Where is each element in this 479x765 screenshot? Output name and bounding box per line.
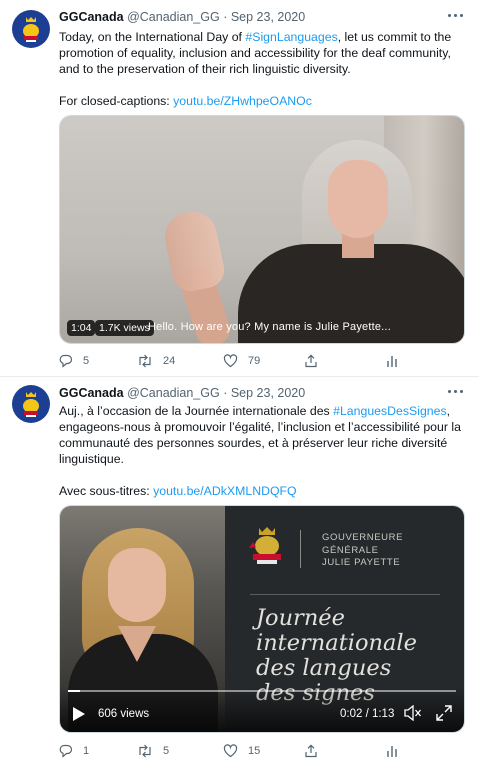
title-line-3: des langues <box>256 655 392 681</box>
retweet-button[interactable]: 24 <box>137 352 175 370</box>
title-line-2: internationale <box>256 630 417 656</box>
progress-fill <box>68 690 80 692</box>
retweet-button[interactable]: 5 <box>137 742 169 760</box>
progress-bar[interactable] <box>68 690 456 692</box>
tweet-body: Auj., à l’occasion de la Journée interna… <box>59 404 334 418</box>
reply-count: 1 <box>83 745 90 757</box>
link-label: For closed-captions: <box>59 94 174 108</box>
org-line-2: GÉNÉRALE <box>322 544 379 556</box>
retweet-count: 24 <box>163 355 176 367</box>
analytics-button[interactable] <box>385 352 399 370</box>
avatar[interactable] <box>12 10 50 48</box>
share-icon <box>305 744 317 758</box>
avatar[interactable] <box>12 385 50 423</box>
reply-button[interactable]: 5 <box>59 352 89 370</box>
video-link[interactable]: youtu.be/ADkXMLNDQFQ <box>153 484 297 498</box>
video-caption: Hello. How are you? My name is Julie Pay… <box>148 321 391 333</box>
tweet-body: Today, on the International Day of <box>59 30 246 44</box>
share-button[interactable] <box>304 742 318 760</box>
reply-button[interactable]: 1 <box>59 742 89 760</box>
retweet-count: 5 <box>163 745 170 757</box>
reply-icon <box>59 744 73 758</box>
coat-of-arms-icon <box>23 392 39 417</box>
tweet-header: GGCanada @Canadian_GG · Sep 23, 2020 <box>59 386 469 404</box>
author-handle[interactable]: @Canadian_GG <box>127 10 220 24</box>
share-icon <box>305 354 317 368</box>
retweet-icon <box>139 744 151 758</box>
coat-of-arms-icon <box>249 527 281 564</box>
more-options-icon[interactable] <box>447 8 465 22</box>
tweet-date[interactable]: Sep 23, 2020 <box>231 10 305 24</box>
video-link[interactable]: youtu.be/ZHwhpeOANOc <box>173 94 312 108</box>
view-count: 606 views <box>98 708 150 720</box>
tweet-text: Auj., à l’occasion de la Journée interna… <box>59 403 465 499</box>
video-duration: 1:04 <box>67 320 96 336</box>
reply-icon <box>59 354 73 368</box>
like-count: 15 <box>248 745 261 757</box>
analytics-icon <box>387 746 397 757</box>
tweet-actions: 1 5 15 <box>59 742 409 760</box>
heart-icon <box>223 354 238 368</box>
org-line-1: GOUVERNEURE <box>322 532 404 543</box>
hashtag-link[interactable]: #SignLanguages <box>245 30 337 44</box>
reply-count: 5 <box>83 355 90 367</box>
tweet-1[interactable]: GGCanada @Canadian_GG · Sep 23, 2020 Tod… <box>0 0 479 377</box>
fullscreen-icon[interactable] <box>436 705 452 721</box>
hashtag-link[interactable]: #LanguesDesSignes <box>333 404 447 418</box>
separator-dot: · <box>223 10 228 24</box>
analytics-icon <box>387 356 397 367</box>
play-icon[interactable] <box>72 706 86 722</box>
mute-icon[interactable] <box>404 705 422 721</box>
video-player[interactable]: GOUVERNEURE GÉNÉRALE JULIE PAYETTE Journ… <box>59 505 465 733</box>
link-label: Avec sous-titres: <box>59 484 154 498</box>
author-name[interactable]: GGCanada <box>59 10 124 24</box>
share-button[interactable] <box>304 352 318 370</box>
author-name[interactable]: GGCanada <box>59 386 124 400</box>
tweet-date[interactable]: Sep 23, 2020 <box>231 386 305 400</box>
coat-of-arms-icon <box>23 17 39 42</box>
tweet-header: GGCanada @Canadian_GG · Sep 23, 2020 <box>59 10 469 28</box>
video-time: 0:02 / 1:13 <box>340 708 395 720</box>
more-options-icon[interactable] <box>447 384 465 398</box>
retweet-icon <box>139 354 151 368</box>
tweet-2[interactable]: GGCanada @Canadian_GG · Sep 23, 2020 Auj… <box>0 377 479 765</box>
like-count: 79 <box>248 355 261 367</box>
organization-text: GOUVERNEURE GÉNÉRALE JULIE PAYETTE <box>322 532 403 570</box>
video-player[interactable]: 1:04 1.7K views Hello. How are you? My n… <box>59 115 465 344</box>
title-line-1: Journée <box>256 605 345 631</box>
separator-dot: · <box>223 386 228 400</box>
tweet-actions: 5 24 79 <box>59 352 409 370</box>
like-button[interactable]: 15 <box>223 742 260 760</box>
heart-icon <box>223 744 238 758</box>
analytics-button[interactable] <box>385 742 399 760</box>
org-line-3: JULIE PAYETTE <box>322 557 401 568</box>
tweet-text: Today, on the International Day of #Sign… <box>59 29 465 109</box>
author-handle[interactable]: @Canadian_GG <box>127 386 220 400</box>
like-button[interactable]: 79 <box>223 352 260 370</box>
view-count: 1.7K views <box>95 320 154 336</box>
